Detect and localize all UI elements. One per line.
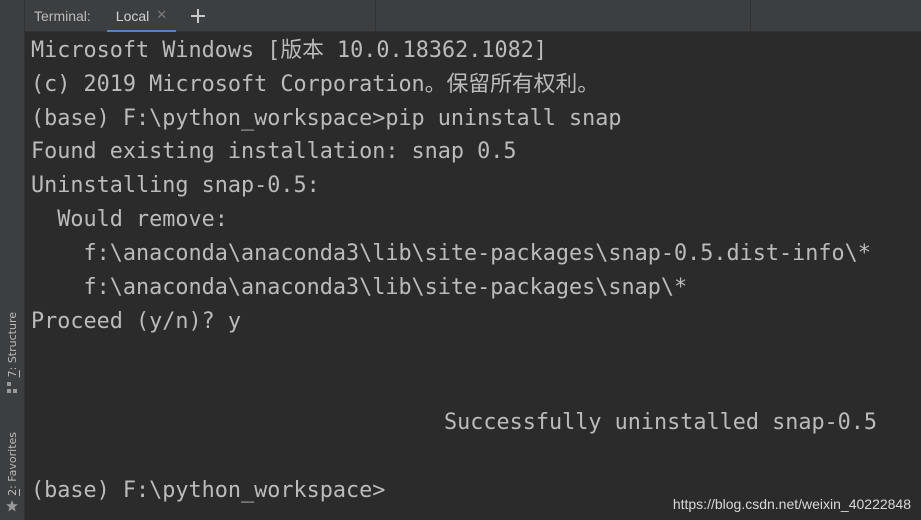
terminal-line: Proceed (y/n)? y: [31, 309, 241, 334]
structure-tool-label: 7: Structure: [5, 312, 19, 378]
favorites-tool-button[interactable]: 2: Favorites: [0, 432, 24, 512]
star-icon: [6, 499, 18, 512]
new-tab-button[interactable]: [189, 7, 207, 25]
terminal-line: Would remove:: [31, 207, 228, 232]
tab-bar-divider: [375, 0, 376, 31]
terminal-title: Terminal:: [34, 7, 91, 24]
structure-tool-button[interactable]: 7: Structure: [0, 312, 24, 393]
plus-icon: [191, 8, 206, 23]
watermark-url: https://blog.csdn.net/weixin_40222848: [672, 496, 911, 512]
terminal-line: (c) 2019 Microsoft Corporation。保留所有权利。: [31, 72, 600, 97]
close-tab-icon[interactable]: ✕: [156, 8, 167, 23]
terminal-line: Successfully uninstalled snap-0.5: [444, 410, 878, 435]
terminal-line: Microsoft Windows [版本 10.0.18362.1082]: [31, 38, 548, 63]
terminal-line: Uninstalling snap-0.5:: [31, 173, 320, 198]
favorites-tool-label: 2: Favorites: [5, 432, 19, 496]
tab-bar-divider: [750, 0, 751, 31]
tab-local-label: Local: [115, 7, 150, 24]
terminal-line: Found existing installation: snap 0.5: [31, 139, 517, 164]
terminal-prompt-line: (base) F:\python_workspace>: [31, 478, 386, 503]
tab-local[interactable]: Local ✕: [106, 0, 177, 33]
terminal-tab-bar: Terminal: Local ✕: [25, 0, 921, 33]
terminal-line: (base) F:\python_workspace>pip uninstall…: [31, 106, 622, 131]
terminal-line: f:\anaconda\anaconda3\lib\site-packages\…: [31, 241, 871, 266]
left-tool-strip: 7: Structure 2: Favorites: [0, 0, 25, 520]
structure-icon: [6, 381, 18, 393]
terminal-output[interactable]: Microsoft Windows [版本 10.0.18362.1082] (…: [25, 32, 921, 520]
terminal-line: f:\anaconda\anaconda3\lib\site-packages\…: [31, 275, 688, 300]
